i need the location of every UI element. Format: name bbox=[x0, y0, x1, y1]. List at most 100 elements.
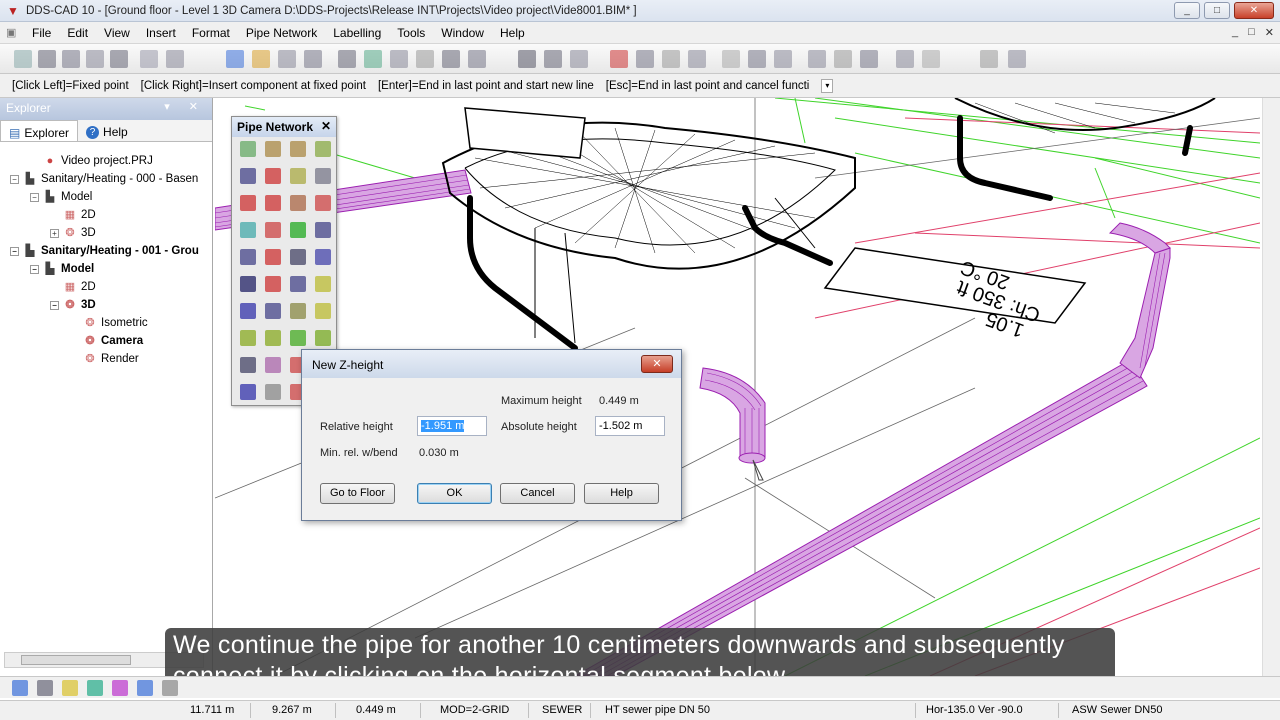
palette-tool-icon[interactable] bbox=[240, 357, 256, 373]
toolbar-button-icon[interactable] bbox=[416, 50, 434, 68]
tree-item[interactable]: ❂ Camera bbox=[70, 332, 143, 350]
toolbar-button-icon[interactable] bbox=[304, 50, 322, 68]
toolbar-button-icon[interactable] bbox=[226, 50, 244, 68]
palette-tool-icon[interactable] bbox=[240, 141, 256, 157]
palette-tool-icon[interactable] bbox=[265, 357, 281, 373]
dialog-close-button[interactable]: ✕ bbox=[641, 355, 673, 373]
minimize-button[interactable]: _ bbox=[1174, 2, 1200, 19]
tree-expander-icon[interactable]: − bbox=[30, 192, 39, 202]
menu-tools[interactable]: Tools bbox=[389, 26, 433, 40]
toolbar-button-icon[interactable] bbox=[980, 50, 998, 68]
toolbar-button-icon[interactable] bbox=[110, 50, 128, 68]
tree-item[interactable]: ❂ Render bbox=[70, 350, 138, 368]
panel-pin-close-buttons[interactable]: ▾ ✕ bbox=[164, 100, 206, 113]
toolbar-button-icon[interactable] bbox=[468, 50, 486, 68]
menu-insert[interactable]: Insert bbox=[138, 26, 184, 40]
toolbar-button-icon[interactable] bbox=[252, 50, 270, 68]
toolbar-button-icon[interactable] bbox=[774, 50, 792, 68]
toolbar-button-icon[interactable] bbox=[140, 50, 158, 68]
tree-expander-icon[interactable]: − bbox=[10, 246, 19, 256]
bottom-tool-icon[interactable] bbox=[162, 680, 178, 696]
palette-tool-icon[interactable] bbox=[315, 303, 331, 319]
tree-item[interactable]: − ▙ Model bbox=[30, 188, 92, 206]
tree-item[interactable]: − ❂ 3D bbox=[50, 296, 96, 314]
tree-item[interactable]: ● Video project.PRJ bbox=[30, 152, 153, 170]
relative-height-input[interactable]: -1.951 m bbox=[417, 416, 487, 436]
go-to-floor-button[interactable]: Go to Floor bbox=[320, 483, 395, 504]
toolbar-button-icon[interactable] bbox=[834, 50, 852, 68]
tree-item[interactable]: ▦ 2D bbox=[50, 278, 96, 296]
palette-tool-icon[interactable] bbox=[265, 303, 281, 319]
palette-tool-icon[interactable] bbox=[265, 276, 281, 292]
palette-tool-icon[interactable] bbox=[265, 249, 281, 265]
palette-tool-icon[interactable] bbox=[265, 330, 281, 346]
bottom-tool-icon[interactable] bbox=[12, 680, 28, 696]
toolbar-button-icon[interactable] bbox=[570, 50, 588, 68]
toolbar-button-icon[interactable] bbox=[338, 50, 356, 68]
menu-edit[interactable]: Edit bbox=[59, 26, 96, 40]
menu-file[interactable]: File bbox=[24, 26, 59, 40]
menu-format[interactable]: Format bbox=[184, 26, 238, 40]
tree-item[interactable]: ❂ Isometric bbox=[70, 314, 147, 332]
tree-expander-icon[interactable]: − bbox=[10, 174, 19, 184]
bottom-tool-icon[interactable] bbox=[137, 680, 153, 696]
tree-item[interactable]: − ▙ Sanitary/Heating - 000 - Basen bbox=[10, 170, 198, 188]
toolbar-button-icon[interactable] bbox=[748, 50, 766, 68]
palette-tool-icon[interactable] bbox=[290, 141, 306, 157]
toolbar-button-icon[interactable] bbox=[278, 50, 296, 68]
palette-tool-icon[interactable] bbox=[315, 330, 331, 346]
palette-tool-icon[interactable] bbox=[290, 249, 306, 265]
palette-tool-icon[interactable] bbox=[290, 168, 306, 184]
status-mode[interactable]: MOD=2-GRID bbox=[440, 704, 509, 716]
palette-tool-icon[interactable] bbox=[265, 384, 281, 400]
toolbar-button-icon[interactable] bbox=[1008, 50, 1026, 68]
toolbar-button-icon[interactable] bbox=[390, 50, 408, 68]
palette-tool-icon[interactable] bbox=[315, 141, 331, 157]
toolbar-button-icon[interactable] bbox=[442, 50, 460, 68]
toolbar-button-icon[interactable] bbox=[14, 50, 32, 68]
toolbar-button-icon[interactable] bbox=[62, 50, 80, 68]
menu-pipe-network[interactable]: Pipe Network bbox=[238, 26, 325, 40]
tree-item[interactable]: + ❂ 3D bbox=[50, 224, 96, 242]
bottom-tool-icon[interactable] bbox=[112, 680, 128, 696]
palette-tool-icon[interactable] bbox=[240, 168, 256, 184]
palette-tool-icon[interactable] bbox=[240, 303, 256, 319]
palette-tool-icon[interactable] bbox=[265, 168, 281, 184]
toolbar-button-icon[interactable] bbox=[722, 50, 740, 68]
toolbar-button-icon[interactable] bbox=[518, 50, 536, 68]
hint-dropdown-button[interactable]: ▾ bbox=[821, 78, 834, 93]
palette-tool-icon[interactable] bbox=[265, 222, 281, 238]
palette-tool-icon[interactable] bbox=[265, 195, 281, 211]
palette-tool-icon[interactable] bbox=[315, 222, 331, 238]
tree-expander-icon[interactable]: − bbox=[30, 264, 39, 274]
palette-tool-icon[interactable] bbox=[315, 168, 331, 184]
palette-tool-icon[interactable] bbox=[240, 276, 256, 292]
toolbar-button-icon[interactable] bbox=[896, 50, 914, 68]
scrollbar-thumb[interactable] bbox=[21, 655, 131, 665]
palette-tool-icon[interactable] bbox=[315, 276, 331, 292]
toolbar-button-icon[interactable] bbox=[662, 50, 680, 68]
tree-expander-icon[interactable]: − bbox=[50, 300, 59, 310]
palette-tool-icon[interactable] bbox=[240, 249, 256, 265]
toolbar-button-icon[interactable] bbox=[688, 50, 706, 68]
palette-tool-icon[interactable] bbox=[315, 249, 331, 265]
palette-tool-icon[interactable] bbox=[290, 195, 306, 211]
mdi-maximize-button[interactable]: □ bbox=[1248, 26, 1255, 39]
bottom-tool-icon[interactable] bbox=[62, 680, 78, 696]
menu-help[interactable]: Help bbox=[492, 26, 533, 40]
toolbar-button-icon[interactable] bbox=[166, 50, 184, 68]
tree-item[interactable]: − ▙ Sanitary/Heating - 001 - Grou bbox=[10, 242, 199, 260]
toolbar-button-icon[interactable] bbox=[364, 50, 382, 68]
palette-tool-icon[interactable] bbox=[240, 384, 256, 400]
absolute-height-input[interactable]: -1.502 m bbox=[595, 416, 665, 436]
tab-help[interactable]: ? Help bbox=[78, 120, 136, 141]
tree-item[interactable]: ▦ 2D bbox=[50, 206, 96, 224]
toolbar-button-icon[interactable] bbox=[636, 50, 654, 68]
help-button[interactable]: Help bbox=[584, 483, 659, 504]
close-window-button[interactable]: ✕ bbox=[1234, 2, 1274, 19]
palette-tool-icon[interactable] bbox=[240, 330, 256, 346]
toolbar-button-icon[interactable] bbox=[38, 50, 56, 68]
palette-tool-icon[interactable] bbox=[240, 222, 256, 238]
palette-tool-icon[interactable] bbox=[315, 195, 331, 211]
menu-view[interactable]: View bbox=[96, 26, 138, 40]
